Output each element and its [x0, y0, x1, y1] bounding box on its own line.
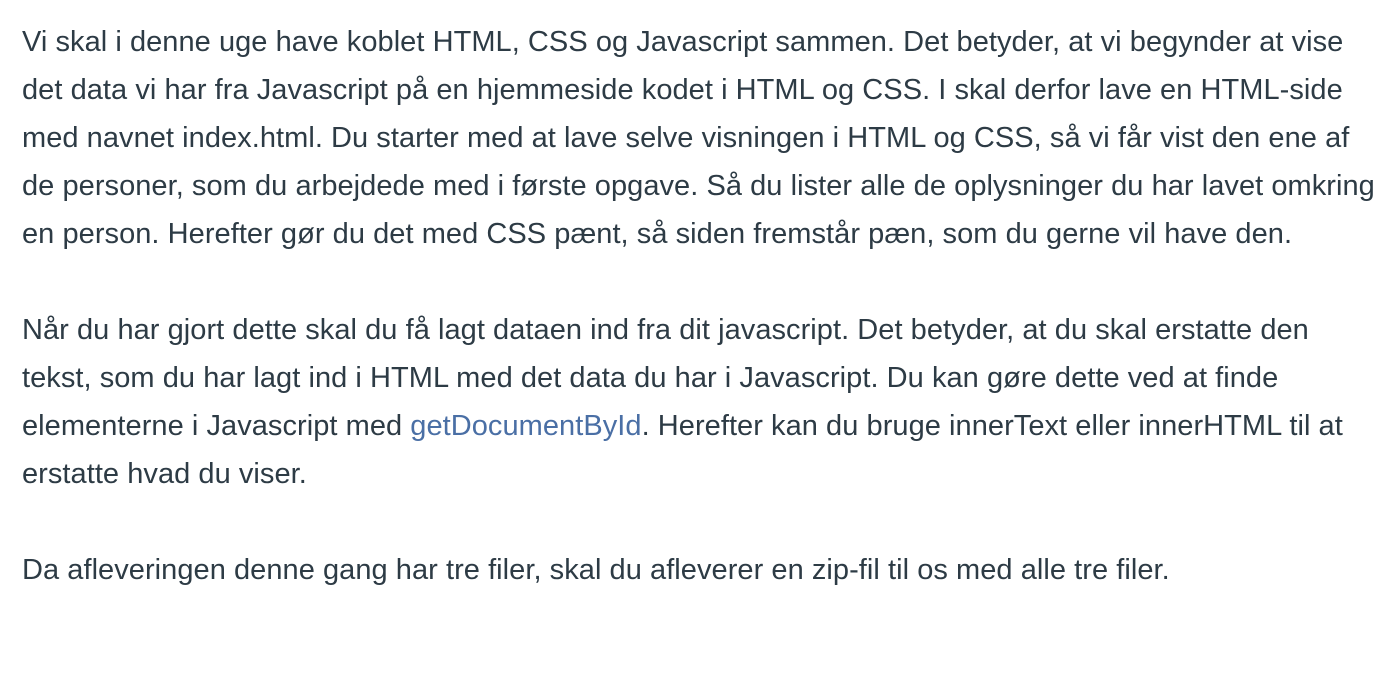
assignment-description: Vi skal i denne uge have koblet HTML, CS… — [22, 18, 1384, 642]
paragraph-intro: Vi skal i denne uge have koblet HTML, CS… — [22, 18, 1384, 258]
paragraph-submission: Da afleveringen denne gang har tre filer… — [22, 546, 1384, 594]
paragraph-javascript-data: Når du har gjort dette skal du få lagt d… — [22, 306, 1384, 498]
getdocumentbyid-link[interactable]: getDocumentById — [410, 410, 641, 442]
paragraph-intro-text: Vi skal i denne uge have koblet HTML, CS… — [22, 26, 1375, 250]
paragraph-submission-text: Da afleveringen denne gang har tre filer… — [22, 554, 1170, 586]
